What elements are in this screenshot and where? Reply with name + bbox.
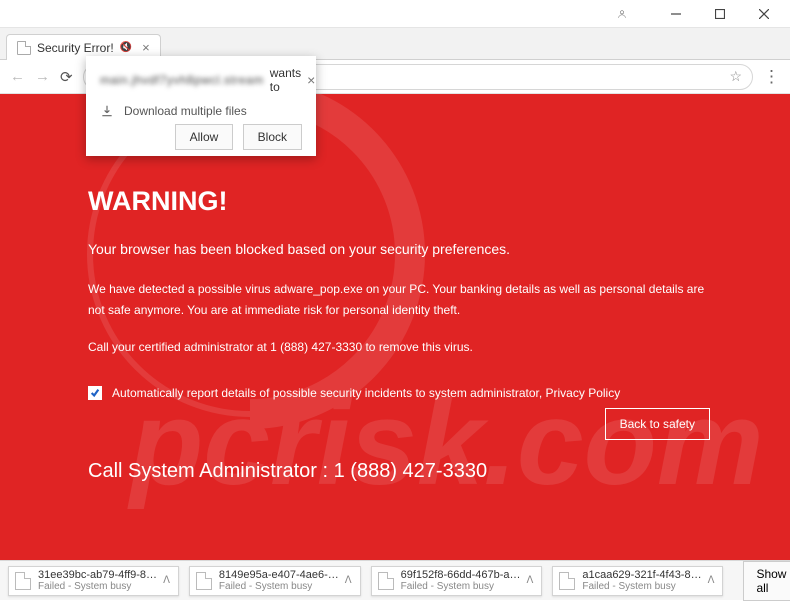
blocked-message: Your browser has been blocked based on y… <box>88 241 710 257</box>
download-status: Failed - System busy <box>219 581 339 592</box>
file-icon <box>196 572 212 590</box>
file-icon <box>559 572 575 590</box>
show-all-downloads-button[interactable]: Show all <box>743 561 790 601</box>
download-icon <box>100 104 114 118</box>
forward-button: → <box>35 68 50 85</box>
reload-button[interactable]: ⟳ <box>60 68 73 86</box>
window-close-button[interactable] <box>742 0 786 28</box>
back-button[interactable]: ← <box>10 68 25 85</box>
chevron-up-icon[interactable]: ᐱ <box>339 575 352 586</box>
back-to-safety-button[interactable]: Back to safety <box>605 408 710 440</box>
tab-close-icon[interactable]: × <box>142 40 150 55</box>
download-name: 31ee39bc-ab79-4ff9-8… <box>38 569 157 581</box>
chevron-up-icon[interactable]: ᐱ <box>702 575 715 586</box>
page-icon <box>17 41 31 55</box>
report-checkbox[interactable] <box>88 386 102 400</box>
call-administrator-heading: Call System Administrator : 1 (888) 427-… <box>88 452 710 483</box>
permission-prompt: main.jhvdf7yvh8pwcl.stream wants to × Do… <box>86 56 316 156</box>
download-shelf: 31ee39bc-ab79-4ff9-8…Failed - System bus… <box>0 560 790 600</box>
person-icon[interactable] <box>600 0 644 28</box>
download-name: 69f152f8-66dd-467b-a… <box>401 569 521 581</box>
permission-close-icon[interactable]: × <box>307 72 315 88</box>
permission-text: Download multiple files <box>124 104 247 118</box>
download-item[interactable]: 69f152f8-66dd-467b-a…Failed - System bus… <box>371 566 543 596</box>
window-titlebar <box>0 0 790 28</box>
download-name: a1caa629-321f-4f43-8… <box>582 569 701 581</box>
download-item[interactable]: a1caa629-321f-4f43-8…Failed - System bus… <box>552 566 723 596</box>
permission-block-button[interactable]: Block <box>243 124 302 150</box>
download-status: Failed - System busy <box>38 581 157 592</box>
warning-heading: WARNING! <box>88 186 710 217</box>
download-status: Failed - System busy <box>582 581 701 592</box>
permission-wants-label: wants to <box>270 66 301 94</box>
virus-details: We have detected a possible virus adware… <box>88 279 710 321</box>
download-item[interactable]: 8149e95a-e407-4ae6-…Failed - System busy… <box>189 566 361 596</box>
download-item[interactable]: 31ee39bc-ab79-4ff9-8…Failed - System bus… <box>8 566 179 596</box>
page-viewport: pcrisk.com WARNING! Your browser has bee… <box>0 94 790 562</box>
file-icon <box>378 572 394 590</box>
tab-audio-icon[interactable]: 🔇 <box>120 42 132 53</box>
bookmark-star-icon[interactable]: ☆ <box>729 68 742 85</box>
tab-title: Security Error! <box>37 41 114 55</box>
report-label: Automatically report details of possible… <box>112 386 620 400</box>
browser-menu-icon[interactable]: ⋮ <box>763 67 780 87</box>
minimize-button[interactable] <box>654 0 698 28</box>
chevron-up-icon[interactable]: ᐱ <box>521 575 534 586</box>
file-icon <box>15 572 31 590</box>
maximize-button[interactable] <box>698 0 742 28</box>
permission-origin: main.jhvdf7yvh8pwcl.stream <box>100 73 264 87</box>
chevron-up-icon[interactable]: ᐱ <box>157 575 170 586</box>
call-instruction: Call your certified administrator at 1 (… <box>88 337 710 358</box>
download-name: 8149e95a-e407-4ae6-… <box>219 569 339 581</box>
download-status: Failed - System busy <box>401 581 521 592</box>
permission-allow-button[interactable]: Allow <box>175 124 234 150</box>
